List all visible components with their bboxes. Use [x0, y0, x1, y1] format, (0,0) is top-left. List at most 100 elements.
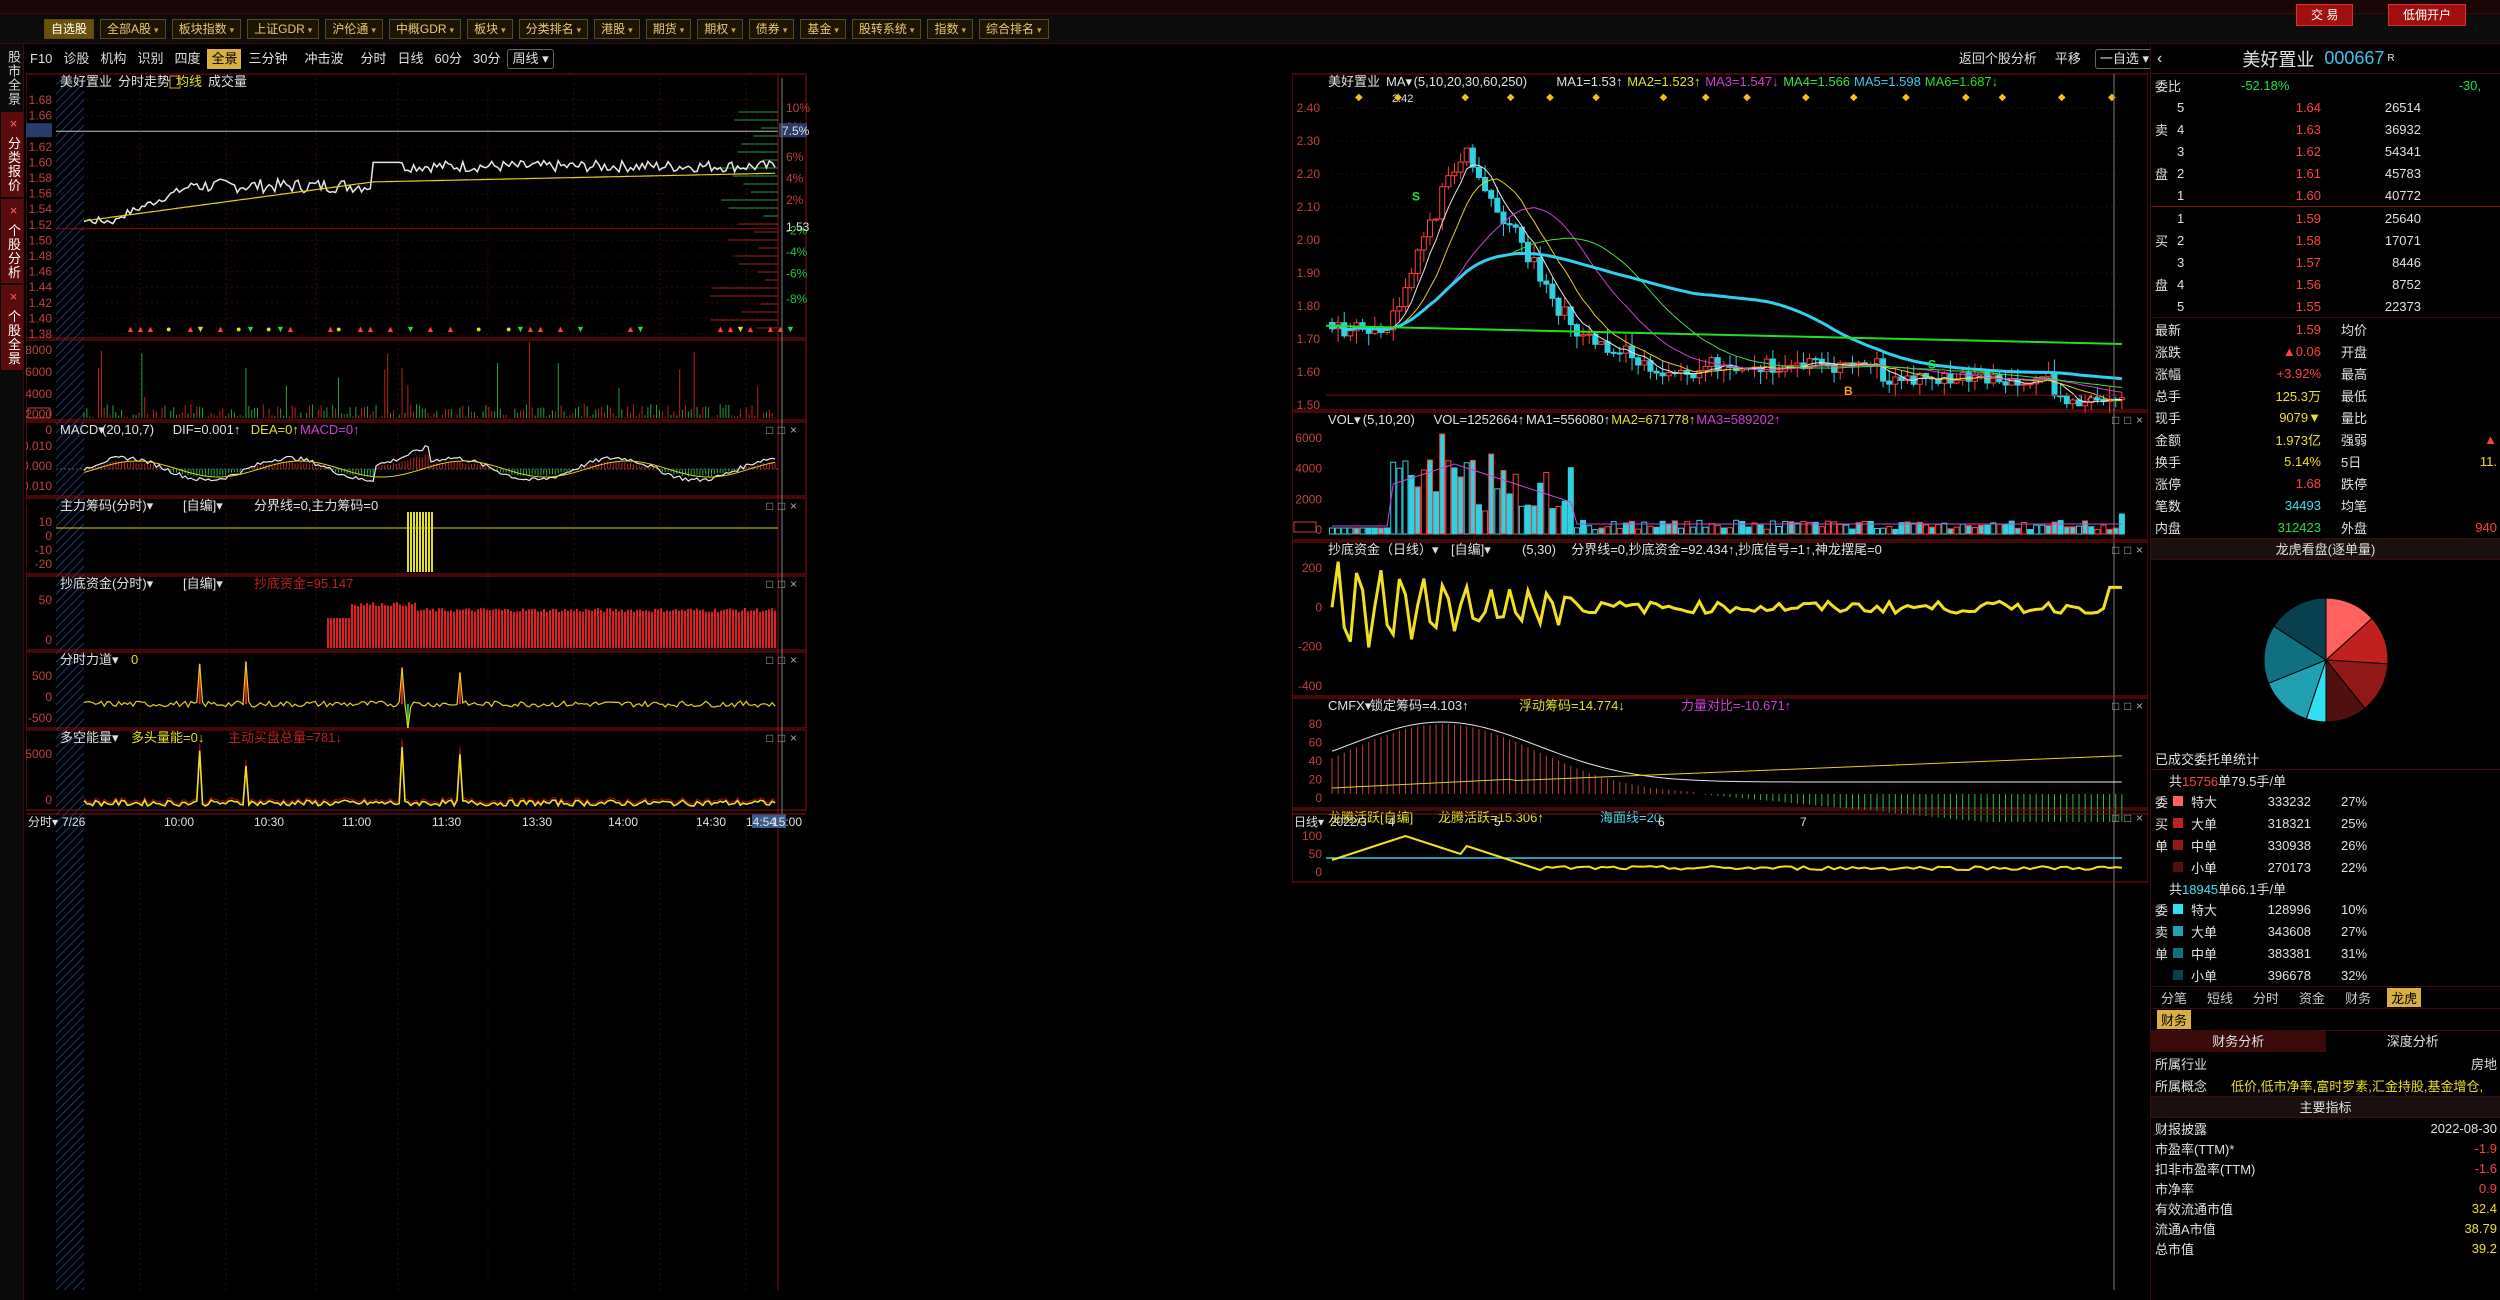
chart-mode-9[interactable]: 日线 [394, 49, 428, 69]
trade-button[interactable]: 交 易 [2296, 4, 2354, 26]
event-diamond: ◆ [1660, 92, 1668, 103]
chart-mode-8[interactable]: 分时 [357, 49, 391, 69]
buy-side-label: 买 [2155, 233, 2169, 249]
fin-value: -1.6 [2474, 1160, 2497, 1176]
market-tab-4[interactable]: 沪伦通 ▾ [325, 18, 383, 39]
bottom-tab-1[interactable]: 短线 [2203, 988, 2237, 1007]
weibi-row: 委比 -52.18% -30, [2151, 74, 2500, 96]
chart-mode-3[interactable]: 识别 [133, 49, 167, 69]
fin-subtab-0[interactable]: 财务分析 [2151, 1031, 2326, 1052]
fin-value: -1.9 [2474, 1140, 2497, 1156]
fs-pane-tick: 0 [45, 690, 52, 704]
kline-time-tick: 4 [1388, 815, 1395, 829]
close-icon[interactable]: × [6, 203, 21, 224]
sidebar-tab-1[interactable]: × 分类报价 [1, 112, 23, 197]
fs-pane [26, 651, 807, 729]
bottom-tab-3[interactable]: 资金 [2295, 988, 2329, 1007]
market-tab-7[interactable]: 分类排名 ▾ [518, 18, 589, 39]
vkline-vol-pane-tick: 6000 [1295, 431, 1322, 445]
signal-marker: ▼ [406, 324, 415, 334]
chart-mode-10[interactable]: 60分 [431, 49, 466, 69]
chevron-down-icon: ▾ [628, 24, 633, 35]
fin-subtab-1[interactable]: 深度分析 [2326, 1031, 2500, 1052]
kline-vol-bar [1922, 524, 1929, 535]
kline-vol-bar [1537, 482, 1544, 535]
market-tab-2[interactable]: 板块指数 ▾ [171, 18, 242, 39]
chart-mode-2[interactable]: 机构 [96, 49, 130, 69]
ref-price-label: 1.53 [786, 220, 810, 234]
market-tab-3[interactable]: 上证GDR ▾ [247, 18, 320, 39]
lhkp-title: 龙虎看盘(逐单量) [2151, 538, 2500, 560]
back-icon[interactable]: ‹ [2157, 50, 2162, 68]
bottom-tab-0[interactable]: 分笔 [2157, 988, 2191, 1007]
lt-pane-tick: 50 [1309, 847, 1323, 861]
market-tab-label: 上证GDR [254, 21, 305, 36]
event-diamond: ◆ [2058, 92, 2066, 103]
kline-vol-bar [1861, 521, 1868, 535]
market-tab-1[interactable]: 全部A股 ▾ [100, 18, 166, 39]
bottom-tab-4[interactable]: 财务 [2341, 988, 2375, 1007]
close-icon[interactable]: × [6, 289, 21, 310]
market-tab-12[interactable]: 基金 ▾ [800, 18, 846, 39]
kline-vol-bar [1408, 475, 1415, 535]
price-highlight [26, 123, 52, 138]
sidebar-tab-3[interactable]: × 个股全景 [1, 285, 23, 370]
market-tab-0[interactable]: 自选股 [44, 18, 95, 39]
group-volume: 333232 [2267, 793, 2311, 809]
market-tab-5[interactable]: 中概GDR ▾ [388, 18, 462, 39]
pane-label: VOL▾ [1328, 412, 1361, 427]
kline-vol-bar [1727, 527, 1733, 535]
market-tab-14[interactable]: 指数 ▾ [927, 18, 973, 39]
market-tab-11[interactable]: 债券 ▾ [748, 18, 795, 39]
kline-vol-bar [2088, 526, 2095, 535]
sidebar-tab-2[interactable]: × 个股分析 [1, 198, 23, 284]
buy-group-row: 委 特大 333232 27% [2151, 790, 2500, 812]
chart-right-btn-0[interactable]: 返回个股分析 [1955, 49, 2041, 69]
chart-right-btn-2[interactable]: 一自选 ▾ [2094, 49, 2154, 69]
close-icon[interactable]: × [6, 116, 21, 137]
signal-b: B [1844, 384, 1853, 398]
market-tab-9[interactable]: 期货 ▾ [645, 18, 692, 39]
kline-vol-bar [1610, 521, 1617, 535]
bottom-tab-2[interactable]: 分时 [2249, 988, 2283, 1007]
pane-label: (20,10,7) [102, 422, 154, 437]
market-tab-6[interactable]: 板块 ▾ [467, 18, 513, 39]
chart-mode-12[interactable]: 周线 ▾ [507, 49, 554, 69]
event-diamond: ◆ [1743, 92, 1751, 103]
kline-time-tick: 5 [1494, 815, 1501, 829]
fin-tab[interactable]: 财务 [2157, 1010, 2192, 1029]
candle-body [1598, 341, 1605, 345]
chart-mode-4[interactable]: 四度 [170, 49, 204, 69]
open-account-button[interactable]: 低佣开户 [2388, 4, 2467, 26]
chart-mode-0[interactable]: F10 [26, 49, 56, 69]
group-kind: 小单 [2191, 968, 2218, 984]
stat-value: 5.14% [2284, 453, 2321, 469]
group-pct: 25% [2341, 815, 2368, 831]
kline-cd-pane-tick: 200 [1302, 561, 1322, 575]
market-tab-8[interactable]: 港股 ▾ [594, 18, 640, 39]
chart-mode-7[interactable]: 冲击波 [301, 49, 348, 69]
candle-body [1610, 351, 1617, 354]
signal-marker: ▲ [286, 324, 295, 334]
kline-time-tick: 6 [1658, 815, 1665, 829]
order-volume: 17071 [2384, 232, 2421, 248]
stat-label: 总手 [2155, 388, 2182, 404]
sidebar-tab-0[interactable]: 股市全景 [1, 46, 23, 110]
signal-marker: ● [336, 324, 341, 334]
market-tab-15[interactable]: 综合排名 ▾ [978, 18, 1049, 39]
event-diamond: ◆ [1802, 92, 1810, 103]
chart-mode-1[interactable]: 诊股 [59, 49, 93, 69]
pane-maximize-icon: □ [766, 731, 773, 745]
bottom-tab-5[interactable]: 龙虎 [2387, 988, 2422, 1007]
market-tab-13[interactable]: 股转系统 ▾ [851, 18, 922, 39]
pane-maximize-icon: □ [766, 499, 773, 513]
candle-body [1426, 219, 1433, 238]
chart-mode-6[interactable]: 三分钟 [244, 49, 291, 69]
chart-right-btn-1[interactable]: 平移 [2051, 49, 2085, 69]
chart-mode-11[interactable]: 30分 [469, 49, 504, 69]
chart-mode-5[interactable]: 全景 [207, 49, 242, 69]
market-tab-10[interactable]: 期权 ▾ [697, 18, 743, 39]
market-toolbar: 自选股 全部A股 ▾ 板块指数 ▾ 上证GDR ▾ 沪伦通 ▾ 中概GDR ▾ 板块 ▾ 分类排名 ▾ 港股 ▾… [0, 14, 2500, 44]
dk-pane-header: 多空能量▾ 多头量能=0↓ 主动买盘总量=781↓ [60, 730, 342, 745]
group-pct: 32% [2341, 967, 2368, 983]
